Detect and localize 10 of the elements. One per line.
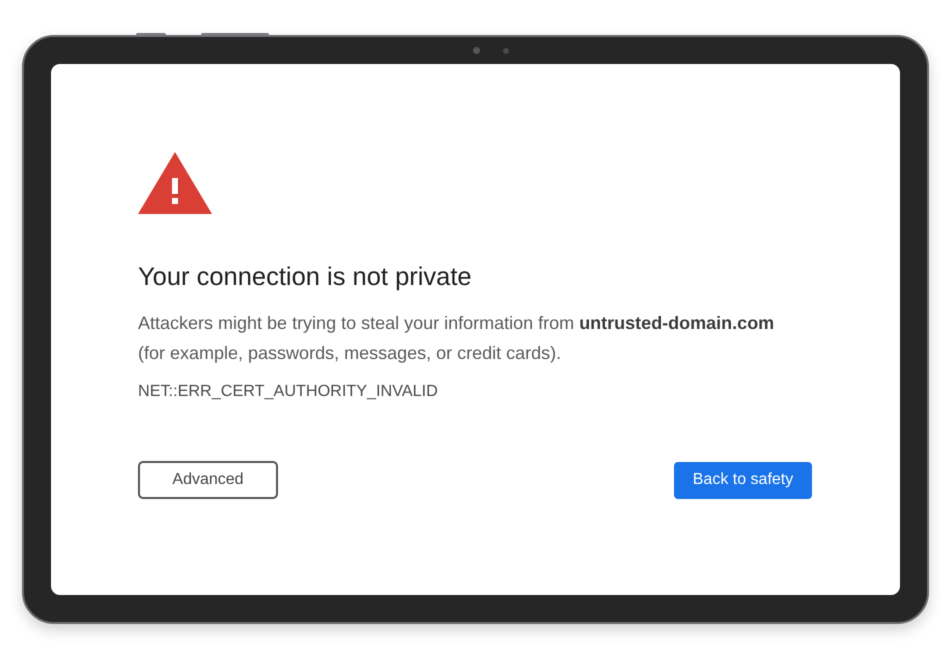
back-to-safety-button[interactable]: Back to safety bbox=[674, 462, 812, 498]
camera-icon bbox=[473, 47, 480, 54]
hardware-key bbox=[136, 33, 166, 36]
hardware-key bbox=[201, 33, 269, 36]
warning-message: Attackers might be trying to steal your information from untrusted-domain.com (for example, passwords, messages, or credit cards). bbox=[138, 312, 776, 365]
page-heading: Your connection is not private bbox=[138, 262, 472, 292]
advanced-button[interactable]: Advanced bbox=[138, 461, 278, 499]
sensor-icon bbox=[503, 48, 509, 54]
error-code: NET::ERR_CERT_AUTHORITY_INVALID bbox=[138, 381, 438, 401]
warning-icon bbox=[138, 152, 212, 215]
